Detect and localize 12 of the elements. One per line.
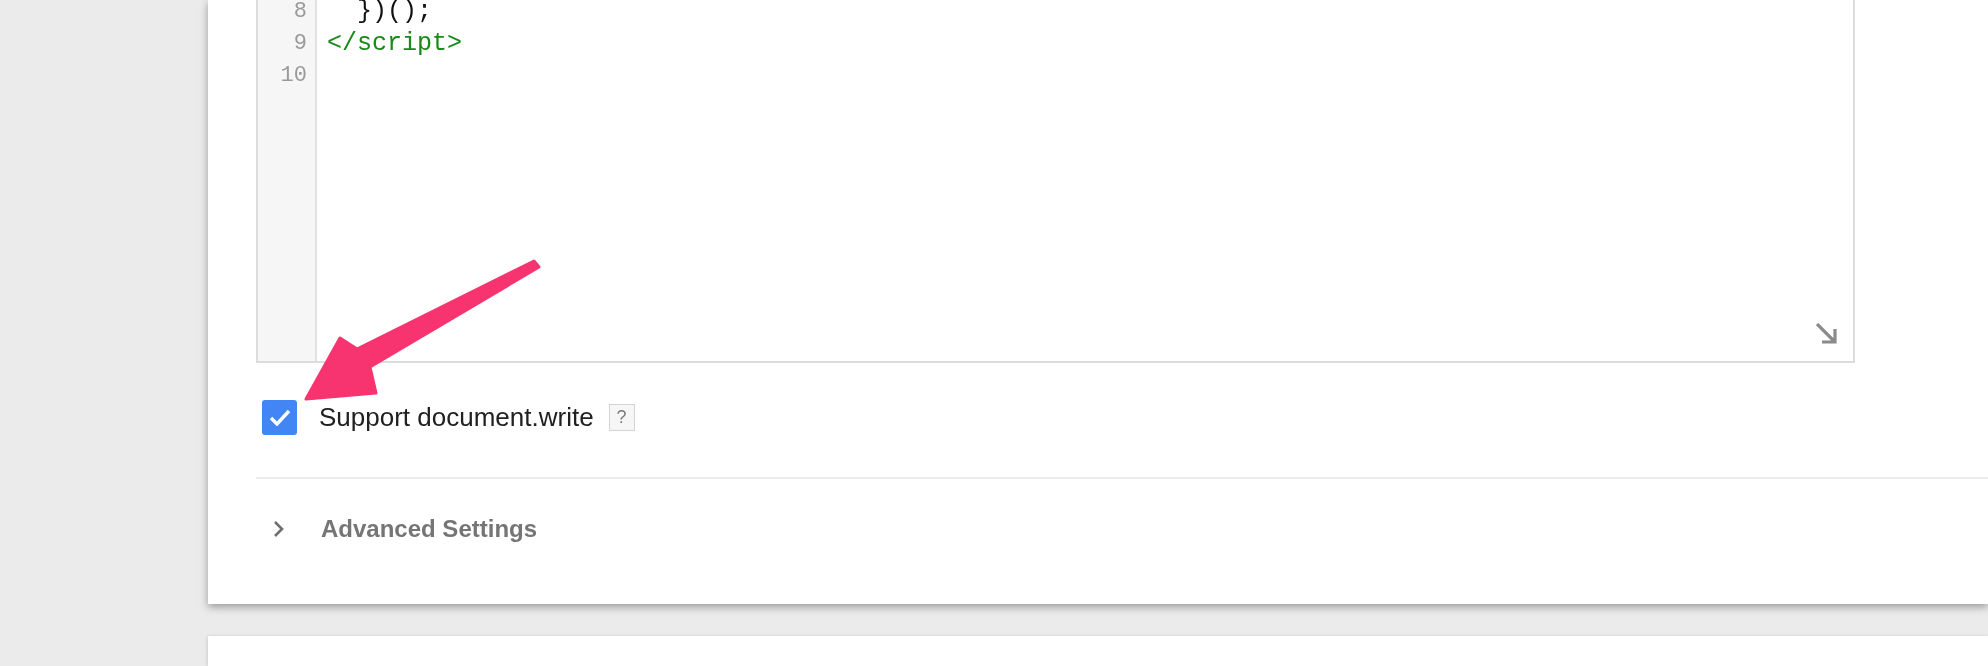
- line-number: 9: [293, 32, 308, 56]
- advanced-settings-toggle[interactable]: Advanced Settings: [256, 511, 538, 547]
- code-line: })();: [356, 0, 433, 24]
- line-number: 8: [293, 0, 308, 24]
- chevron-right-icon: [273, 520, 285, 538]
- checkmark-icon: [268, 409, 291, 426]
- line-number: 10: [280, 64, 308, 88]
- checkbox[interactable]: [262, 400, 297, 435]
- resize-handle-icon[interactable]: [1816, 323, 1838, 345]
- checkbox-label: Support document.write: [319, 402, 594, 433]
- code-line: </script>: [327, 32, 463, 56]
- help-button[interactable]: ?: [608, 404, 635, 431]
